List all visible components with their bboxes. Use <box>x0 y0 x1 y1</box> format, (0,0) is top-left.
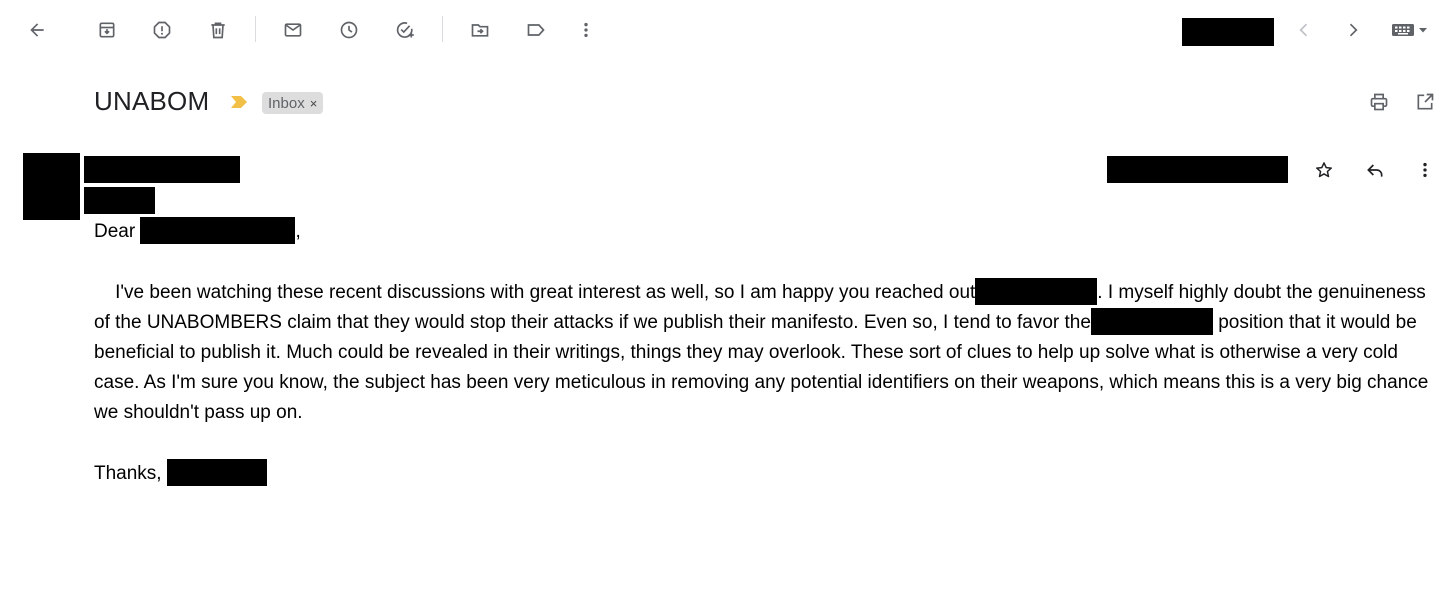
label-chip-inbox: Inbox × <box>262 92 324 114</box>
report-spam-icon[interactable] <box>142 10 182 50</box>
chevron-right-icon[interactable] <box>1333 10 1373 50</box>
redacted-signature <box>166 459 267 486</box>
redacted-name <box>975 278 1098 305</box>
print-icon[interactable] <box>1359 82 1399 122</box>
add-to-tasks-icon[interactable] <box>385 10 425 50</box>
back-arrow-icon[interactable] <box>17 10 57 50</box>
snooze-icon[interactable] <box>329 10 369 50</box>
label-icon[interactable] <box>516 10 556 50</box>
input-tools-keyboard-icon[interactable] <box>1384 10 1436 50</box>
more-vert-icon[interactable] <box>566 10 606 50</box>
delete-icon[interactable] <box>198 10 238 50</box>
label-chip-text: Inbox <box>268 94 305 112</box>
avatar <box>23 153 80 220</box>
mark-unread-icon[interactable] <box>273 10 313 50</box>
toolbar-divider <box>442 16 443 42</box>
redacted-pagination-count <box>1182 18 1274 46</box>
toolbar-divider <box>255 16 256 42</box>
remove-label-button[interactable]: × <box>310 96 318 111</box>
star-icon[interactable] <box>1304 150 1344 190</box>
redacted-sender-name <box>84 156 240 183</box>
email-greeting: Dear , <box>94 217 1439 247</box>
email-closing: Thanks, <box>94 459 1439 489</box>
email-subject: UNABOM <box>94 86 210 116</box>
redacted-name <box>140 217 296 244</box>
important-marker-icon[interactable] <box>230 94 248 110</box>
toolbar <box>0 0 1454 60</box>
reply-icon[interactable] <box>1355 150 1395 190</box>
redacted-date <box>1107 156 1288 183</box>
chevron-left-icon[interactable] <box>1284 10 1324 50</box>
redacted-recipient <box>84 187 155 214</box>
open-in-new-window-icon[interactable] <box>1405 82 1445 122</box>
redacted-name <box>1090 308 1213 335</box>
email-body-paragraph: I've been watching these recent discussi… <box>94 278 1439 428</box>
move-to-icon[interactable] <box>460 10 500 50</box>
more-vert-icon[interactable] <box>1405 150 1445 190</box>
archive-icon[interactable] <box>87 10 127 50</box>
